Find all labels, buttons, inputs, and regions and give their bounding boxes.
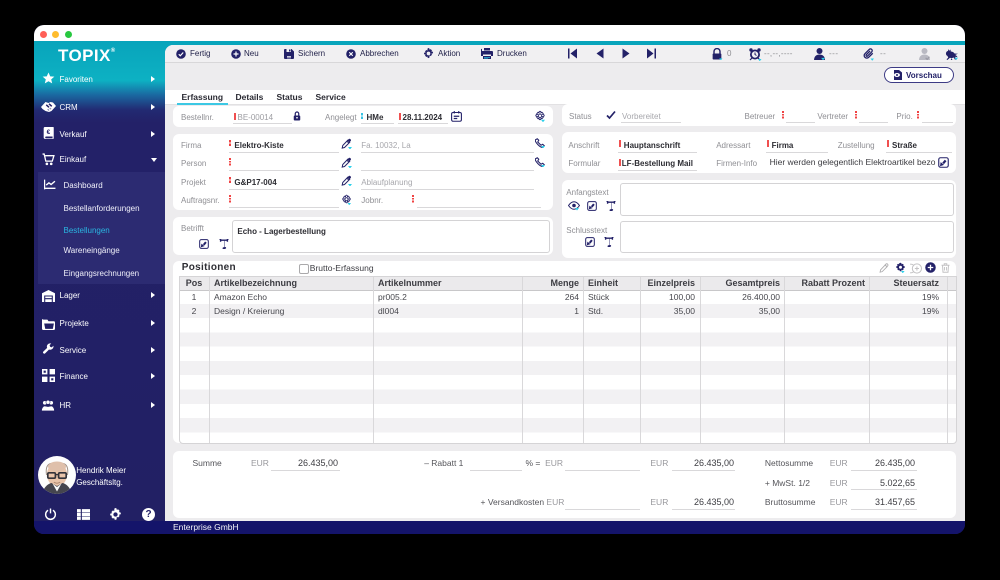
svg-text:€: € bbox=[47, 129, 51, 136]
